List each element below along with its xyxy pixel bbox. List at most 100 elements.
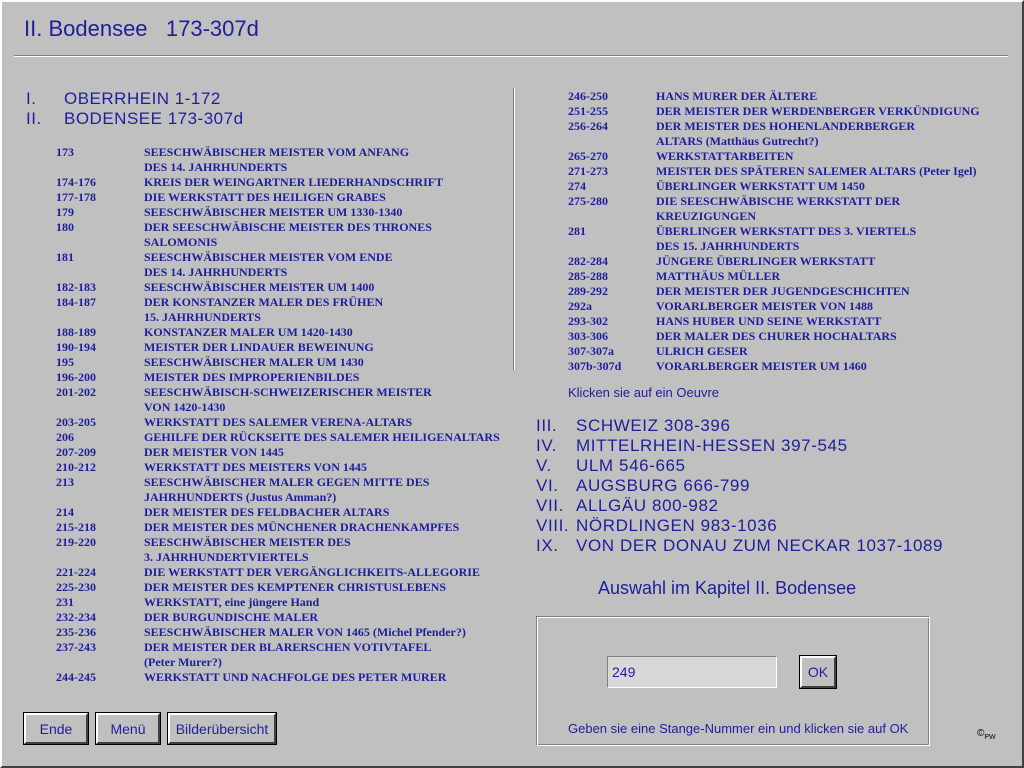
oeuvre-entry[interactable]: 3. JAHRHUNDERTVIERTELS <box>56 550 500 565</box>
oeuvre-title: DER SEESCHWÄBISCHE MEISTER DES THRONES <box>144 220 432 234</box>
chapter-link[interactable]: V. ULM 546-665 <box>536 456 943 476</box>
oeuvre-entry[interactable]: KREUZIGUNGEN <box>568 209 980 224</box>
oeuvre-title: HANS MURER DER ÄLTERE <box>656 89 818 103</box>
stange-number-input[interactable] <box>607 656 777 688</box>
oeuvre-entry[interactable]: 181 SEESCHWÄBISCHER MEISTER VOM ENDE <box>56 250 500 265</box>
oeuvre-entry[interactable]: 246-250 HANS MURER DER ÄLTERE <box>568 89 980 104</box>
oeuvre-number: 179 <box>56 205 74 219</box>
oeuvre-entry[interactable]: 275-280 DIE SEESCHWÄBISCHE WERKSTATT DER <box>568 194 980 209</box>
oeuvre-entry[interactable]: ALTARS (Matthäus Gutrecht?) <box>568 134 980 149</box>
oeuvre-number: 307-307a <box>568 344 614 358</box>
oeuvre-entry[interactable]: 179 SEESCHWÄBISCHER MEISTER UM 1330-1340 <box>56 205 500 220</box>
oeuvre-number: 196-200 <box>56 370 96 384</box>
oeuvre-entry[interactable]: DES 14. JAHRHUNDERTS <box>56 160 500 175</box>
oeuvre-entry[interactable]: 184-187 DER KONSTANZER MALER DES FRÜHEN <box>56 295 500 310</box>
oeuvre-entry[interactable]: 307b-307d VORARLBERGER MEISTER UM 1460 <box>568 359 980 374</box>
oeuvre-number: 231 <box>56 595 74 609</box>
oeuvre-entry[interactable]: 225-230 DER MEISTER DES KEMPTENER CHRISTU… <box>56 580 500 595</box>
title-divider <box>14 55 1008 57</box>
chapter-link[interactable]: VI. AUGSBURG 666-799 <box>536 476 943 496</box>
oeuvre-entry[interactable]: 221-224 DIE WERKSTATT DER VERGÄNGLICHKEIT… <box>56 565 500 580</box>
oeuvre-entry[interactable]: 256-264 DER MEISTER DES HOHENLANDERBERGER <box>568 119 980 134</box>
oeuvre-entry[interactable]: 174-176 KREIS DER WEINGARTNER LIEDERHANDS… <box>56 175 500 190</box>
oeuvre-entry[interactable]: 282-284 JÜNGERE ÜBERLINGER WERKSTATT <box>568 254 980 269</box>
oeuvre-number: 271-273 <box>568 164 608 178</box>
oeuvre-title: WERKSTATTARBEITEN <box>656 149 794 163</box>
oeuvre-entry[interactable]: 293-302 HANS HUBER UND SEINE WERKSTATT <box>568 314 980 329</box>
oeuvre-entry[interactable]: 213 SEESCHWÄBISCHER MALER GEGEN MITTE DES <box>56 475 500 490</box>
oeuvre-entry[interactable]: 15. JAHRHUNDERTS <box>56 310 500 325</box>
oeuvre-title: SEESCHWÄBISCHER MEISTER UM 1330-1340 <box>144 205 403 219</box>
oeuvre-entry[interactable]: 289-292 DER MEISTER DER JUGENDGESCHICHTEN <box>568 284 980 299</box>
oeuvre-entry[interactable]: 231 WERKSTATT, eine jüngere Hand <box>56 595 500 610</box>
oeuvre-entry[interactable]: VON 1420-1430 <box>56 400 500 415</box>
chapter-label: ALLGÄU 800-982 <box>576 496 719 515</box>
oeuvre-entry[interactable]: 271-273 MEISTER DES SPÄTEREN SALEMER ALTA… <box>568 164 980 179</box>
oeuvre-title: SEESCHWÄBISCHER MALER UM 1430 <box>144 355 364 369</box>
oeuvre-title: JÜNGERE ÜBERLINGER WERKSTATT <box>656 254 876 268</box>
oeuvre-entry[interactable]: 244-245 WERKSTATT UND NACHFOLGE DES PETER… <box>56 670 500 685</box>
oeuvre-entry[interactable]: 201-202 SEESCHWÄBISCH-SCHWEIZERISCHER MEI… <box>56 385 500 400</box>
ende-button[interactable]: Ende <box>23 712 89 745</box>
chapter-label: OBERRHEIN 1-172 <box>64 89 221 108</box>
oeuvre-entry[interactable]: 203-205 WERKSTATT DES SALEMER VERENA-ALTA… <box>56 415 500 430</box>
oeuvre-entry[interactable]: 173 SEESCHWÄBISCHER MEISTER VOM ANFANG <box>56 145 500 160</box>
oeuvre-title: MEISTER DER LINDAUER BEWEINUNG <box>144 340 374 354</box>
oeuvre-entry[interactable]: 251-255 DER MEISTER DER WERDENBERGER VERK… <box>568 104 980 119</box>
bilderuebersicht-button[interactable]: Bilderübersicht <box>167 712 277 745</box>
ok-button[interactable]: OK <box>799 655 837 689</box>
oeuvre-entry[interactable]: 190-194 MEISTER DER LINDAUER BEWEINUNG <box>56 340 500 355</box>
oeuvre-entry[interactable]: 177-178 DIE WERKSTATT DES HEILIGEN GRABES <box>56 190 500 205</box>
oeuvre-entry[interactable]: 182-183 SEESCHWÄBISCHER MEISTER UM 1400 <box>56 280 500 295</box>
oeuvre-entry[interactable]: (Peter Murer?) <box>56 655 500 670</box>
oeuvre-title: WERKSTATT DES MEISTERS VON 1445 <box>144 460 367 474</box>
oeuvre-entry[interactable]: 195 SEESCHWÄBISCHER MALER UM 1430 <box>56 355 500 370</box>
menu-button[interactable]: Menü <box>95 712 161 745</box>
oeuvre-entry[interactable]: 232-234 DER BURGUNDISCHE MALER <box>56 610 500 625</box>
oeuvre-title: DER BURGUNDISCHE MALER <box>144 610 319 624</box>
oeuvre-number: 180 <box>56 220 74 234</box>
oeuvre-entry[interactable]: 265-270 WERKSTATTARBEITEN <box>568 149 980 164</box>
oeuvre-entry[interactable]: 237-243 DER MEISTER DER BLARERSCHEN VOTIV… <box>56 640 500 655</box>
oeuvre-title: VORARLBERGER MEISTER UM 1460 <box>656 359 867 373</box>
oeuvre-entry[interactable]: 196-200 MEISTER DES IMPROPERIENBILDES <box>56 370 500 385</box>
oeuvre-entry[interactable]: DES 15. JAHRHUNDERTS <box>568 239 980 254</box>
oeuvre-entry[interactable]: 219-220 SEESCHWÄBISCHER MEISTER DES <box>56 535 500 550</box>
oeuvre-entry[interactable]: 303-306 DER MALER DES CHURER HOCHALTARS <box>568 329 980 344</box>
oeuvre-number <box>568 239 656 254</box>
oeuvre-entry[interactable]: 307-307a ULRICH GESER <box>568 344 980 359</box>
oeuvre-entry[interactable]: 207-209 DER MEISTER VON 1445 <box>56 445 500 460</box>
oeuvre-entry[interactable]: 235-236 SEESCHWÄBISCHER MALER VON 1465 (M… <box>56 625 500 640</box>
oeuvre-entry[interactable]: 188-189 KONSTANZER MALER UM 1420-1430 <box>56 325 500 340</box>
oeuvre-entry[interactable]: SALOMONIS <box>56 235 500 250</box>
oeuvre-title: ÜBERLINGER WERKSTATT DES 3. VIERTELS <box>656 224 917 238</box>
oeuvre-number: 188-189 <box>56 325 96 339</box>
oeuvre-number: 177-178 <box>56 190 96 204</box>
oeuvre-entry[interactable]: 274 ÜBERLINGER WERKSTATT UM 1450 <box>568 179 980 194</box>
chapter-link[interactable]: IX. VON DER DONAU ZUM NECKAR 1037-1089 <box>536 536 943 556</box>
oeuvre-entry[interactable]: JAHRHUNDERTS (Justus Amman?) <box>56 490 500 505</box>
oeuvre-entry[interactable]: DES 14. JAHRHUNDERTS <box>56 265 500 280</box>
oeuvre-number: 281 <box>568 224 586 238</box>
chapter-link[interactable]: VIII. NÖRDLINGEN 983-1036 <box>536 516 943 536</box>
oeuvre-entry[interactable]: 210-212 WERKSTATT DES MEISTERS VON 1445 <box>56 460 500 475</box>
oeuvre-entry[interactable]: 292a VORARLBERGER MEISTER VON 1488 <box>568 299 980 314</box>
oeuvre-entry[interactable]: 281 ÜBERLINGER WERKSTATT DES 3. VIERTELS <box>568 224 980 239</box>
oeuvre-title: SEESCHWÄBISCHER MEISTER DES <box>144 535 351 549</box>
oeuvre-number: 225-230 <box>56 580 96 594</box>
chapter-roman: II. <box>26 109 42 128</box>
oeuvre-title: 15. JAHRHUNDERTS <box>144 310 261 324</box>
oeuvre-entry[interactable]: 214 DER MEISTER DES FELDBACHER ALTARS <box>56 505 500 520</box>
chapter-link-oberrhein[interactable]: I. OBERRHEIN 1-172 <box>26 89 221 109</box>
oeuvre-entry[interactable]: 285-288 MATTHÄUS MÜLLER <box>568 269 980 284</box>
oeuvre-entry[interactable]: 206 GEHILFE DER RÜCKSEITE DES SALEMER HEI… <box>56 430 500 445</box>
oeuvre-entry[interactable]: 215-218 DER MEISTER DES MÜNCHENER DRACHEN… <box>56 520 500 535</box>
oeuvre-title: SEESCHWÄBISCHER MALER GEGEN MITTE DES <box>144 475 430 489</box>
oeuvre-number: 235-236 <box>56 625 96 639</box>
chapter-link-bodensee[interactable]: II. BODENSEE 173-307d <box>26 109 244 129</box>
chapter-link[interactable]: III. SCHWEIZ 308-396 <box>536 416 943 436</box>
oeuvre-title: WERKSTATT UND NACHFOLGE DES PETER MURER <box>144 670 447 684</box>
chapter-link[interactable]: IV. MITTELRHEIN-HESSEN 397-545 <box>536 436 943 456</box>
oeuvre-entry[interactable]: 180 DER SEESCHWÄBISCHE MEISTER DES THRONE… <box>56 220 500 235</box>
chapter-link[interactable]: VII. ALLGÄU 800-982 <box>536 496 943 516</box>
